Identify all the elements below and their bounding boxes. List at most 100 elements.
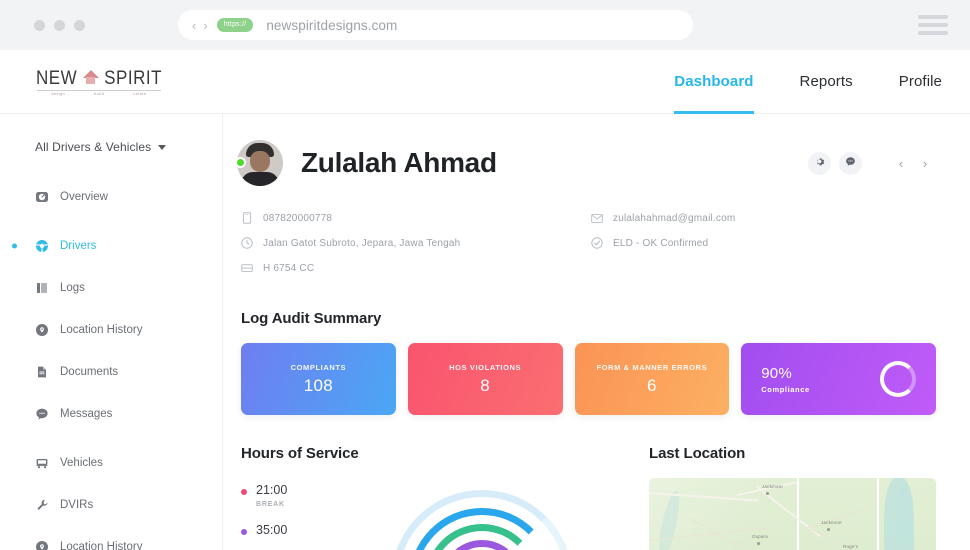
avatar[interactable]: [235, 140, 283, 186]
window-maximize-dot[interactable]: [74, 19, 85, 31]
next-driver-button[interactable]: ›: [914, 152, 936, 174]
legend-time: 21:00: [256, 483, 288, 497]
hos-radial-chart: [391, 490, 581, 550]
last-location-map[interactable]: Jackmont Jackmont Oxpara Roge's: [649, 478, 936, 550]
sidebar-group-vehicles: Vehicles DVIRs Location History: [0, 450, 222, 550]
detail-empty-slot: [591, 262, 936, 274]
hours-of-service-body: 21:00 BREAK 35:00: [241, 483, 627, 550]
url-text[interactable]: newspiritdesigns.com: [266, 18, 397, 33]
check-circle-icon: [591, 237, 603, 249]
sidebar-item-messages[interactable]: Messages: [0, 401, 222, 426]
map-place-dot: [757, 542, 760, 545]
sidebar-item-location-history-driver[interactable]: Location History: [0, 317, 222, 342]
status-badge: [235, 157, 246, 168]
back-icon[interactable]: ‹: [192, 19, 196, 32]
steering-wheel-icon: [35, 239, 49, 253]
window-minimize-dot[interactable]: [54, 19, 65, 31]
window-controls: [34, 19, 85, 31]
sidebar-item-label: Location History: [60, 323, 143, 336]
prev-driver-button[interactable]: ‹: [890, 152, 912, 174]
sidebar-item-drivers[interactable]: Drivers: [0, 233, 222, 258]
gauge-icon: [35, 190, 49, 204]
tab-dashboard[interactable]: Dashboard: [674, 50, 754, 114]
logo-tagline: design build create: [36, 89, 161, 96]
last-location-title: Last Location: [649, 445, 746, 462]
sidebar-item-vehicles[interactable]: Vehicles: [0, 450, 222, 475]
tab-profile[interactable]: Profile: [899, 50, 942, 113]
detail-email: zulalahahmad@gmail.com: [591, 212, 936, 224]
phone-icon: [241, 212, 253, 224]
compliance-ring-chart: [880, 361, 916, 397]
map-place-dot: [766, 492, 769, 495]
hours-of-service-panel: Hours of Service 21:00 BREAK 35:00: [241, 445, 627, 550]
hours-of-service-title: Hours of Service: [241, 445, 359, 462]
sidebar-item-overview[interactable]: Overview: [0, 184, 222, 209]
map-place-label: Oxpara: [752, 534, 768, 539]
filter-label: All Drivers & Vehicles: [35, 140, 152, 154]
detail-vehicle-plate: H 6754 CC: [241, 262, 591, 274]
truck-icon: [241, 262, 253, 274]
logo-tagline-item: build: [94, 91, 105, 96]
map-water: [654, 489, 684, 550]
driver-details: 087820000778 zulalahahmad@gmail.com Jala…: [237, 212, 936, 274]
detail-phone: 087820000778: [241, 212, 591, 224]
page-body: All Drivers & Vehicles Overview Drivers: [0, 114, 970, 550]
https-badge: https://: [216, 18, 254, 32]
map-place-dot: [827, 528, 830, 531]
map-place-label: Jackmont: [821, 520, 842, 525]
map-place-label: Roge's: [843, 544, 859, 549]
profile-actions: ‹ ›: [808, 151, 936, 175]
sidebar-item-label: DVIRs: [60, 498, 94, 511]
card-value: 108: [303, 375, 333, 395]
card-label: HOS Violations: [449, 362, 522, 372]
legend-time: 35:00: [256, 522, 288, 537]
window-close-dot[interactable]: [34, 19, 45, 31]
main-content: Zulalah Ahmad ‹ › 087820000778 zulalahah…: [222, 114, 970, 550]
audit-card-form-manner-errors[interactable]: Form & Manner Errors 6: [574, 343, 730, 415]
page-title: Zulalah Ahmad: [301, 147, 497, 178]
email-icon: [591, 212, 603, 224]
tab-reports[interactable]: Reports: [800, 50, 853, 113]
audit-card-compliance[interactable]: 90% Compliance: [741, 343, 936, 415]
browser-chrome: ‹ › https:// newspiritdesigns.com: [0, 0, 970, 50]
browser-menu-icon[interactable]: [918, 15, 948, 35]
sidebar: All Drivers & Vehicles Overview Drivers: [0, 114, 222, 550]
legend-name: BREAK: [256, 500, 285, 508]
map-tile-seam: [797, 478, 799, 550]
forward-icon[interactable]: ›: [203, 19, 207, 32]
detail-value: H 6754 CC: [263, 262, 315, 274]
map-place-label: Jackmont: [762, 484, 783, 489]
bottom-panels: Hours of Service 21:00 BREAK 35:00 Last …: [237, 445, 936, 550]
message-button[interactable]: [839, 151, 862, 175]
sidebar-item-label: Documents: [60, 365, 119, 378]
logo-tagline-item: design: [51, 91, 66, 96]
driver-vehicle-filter[interactable]: All Drivers & Vehicles: [0, 140, 222, 154]
gear-icon: [814, 154, 825, 172]
audit-card-hos-violations[interactable]: HOS Violations 8: [407, 343, 563, 415]
last-location-panel: Last Location Jackmont Jackmont Oxpara R…: [649, 445, 936, 550]
audit-cards: Compliants 108 HOS Violations 8 Form & M…: [241, 343, 936, 415]
site-logo[interactable]: NEW SPIRIT design build create: [36, 66, 162, 96]
main-navigation: Dashboard Reports Profile: [674, 50, 942, 114]
sidebar-item-location-history-vehicle[interactable]: Location History: [0, 534, 222, 550]
book-icon: [35, 281, 49, 295]
sidebar-item-dvirs[interactable]: DVIRs: [0, 492, 222, 517]
sidebar-group-drivers: Drivers Logs Location History Documents …: [0, 233, 222, 426]
sidebar-item-logs[interactable]: Logs: [0, 275, 222, 300]
address-bar[interactable]: ‹ › https:// newspiritdesigns.com: [178, 10, 693, 40]
sidebar-group-overview: Overview: [0, 184, 222, 209]
sidebar-item-documents[interactable]: Documents: [0, 359, 222, 384]
sidebar-item-label: Drivers: [60, 239, 97, 252]
settings-button[interactable]: [808, 151, 831, 175]
audit-card-compliants[interactable]: Compliants 108: [241, 343, 396, 415]
sidebar-item-label: Overview: [60, 190, 108, 203]
truck-icon: [35, 456, 49, 470]
detail-value: ELD - OK Confirmed: [613, 237, 709, 249]
chevron-down-icon: [158, 144, 167, 150]
card-label: Form & Manner Errors: [596, 362, 708, 372]
chat-bubble-icon: [845, 154, 856, 172]
